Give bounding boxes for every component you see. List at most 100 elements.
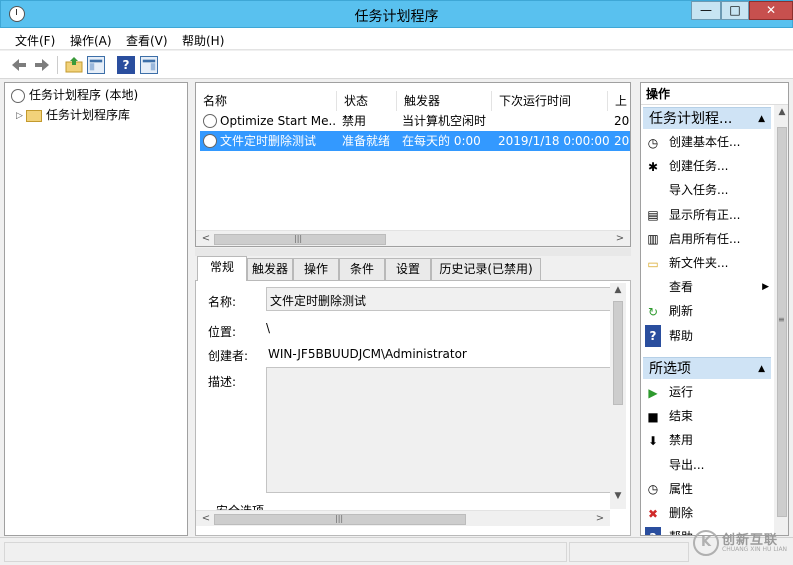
- section-header-selected[interactable]: 所选项 ▲: [643, 357, 771, 379]
- folder-icon: [26, 109, 42, 122]
- create-task-icon: ✱: [647, 159, 659, 174]
- action-item[interactable]: ⬇ 禁用: [645, 429, 771, 451]
- tab-history[interactable]: 历史记录(已禁用): [431, 258, 541, 280]
- run-icon: ▶: [648, 385, 658, 400]
- detail-horizontal-scrollbar[interactable]: < ||| >: [196, 510, 610, 526]
- cell-trigger: 在每天的 0:00: [402, 134, 481, 148]
- clock-icon: [11, 88, 25, 103]
- action-item-label: 创建任务...: [669, 159, 729, 174]
- show-hide-tree-icon[interactable]: [87, 56, 105, 74]
- menu-view[interactable]: 查看(V): [126, 32, 168, 49]
- action-item[interactable]: ? 帮助: [645, 325, 771, 348]
- cell-last-run: 20: [614, 114, 630, 128]
- column-header-name[interactable]: 名称: [196, 91, 337, 111]
- menu-file[interactable]: 文件(F): [15, 32, 55, 49]
- actions-vertical-scrollbar[interactable]: ▲ ≡: [774, 105, 788, 535]
- collapse-arrow-icon[interactable]: ▲: [758, 108, 765, 130]
- action-item-label: 导入任务...: [669, 183, 729, 198]
- column-header-trigger[interactable]: 触发器: [397, 91, 492, 111]
- enable-history-icon: ▥: [647, 232, 659, 247]
- scroll-up-arrow-icon[interactable]: ▲: [610, 285, 626, 295]
- location-value: \: [266, 321, 271, 335]
- action-item-label: 属性: [669, 481, 694, 496]
- menu-action[interactable]: 操作(A): [70, 32, 112, 49]
- task-clock-icon: [203, 134, 217, 148]
- column-header-last-run[interactable]: 上: [608, 91, 630, 111]
- show-hide-actions-icon[interactable]: [140, 56, 158, 74]
- action-item[interactable]: ✖ 删除: [645, 502, 771, 524]
- action-item[interactable]: 导入任务...: [645, 179, 771, 201]
- help-icon[interactable]: ?: [117, 56, 135, 74]
- collapse-arrow-icon[interactable]: ▲: [758, 358, 765, 380]
- actions-header: 操作: [641, 83, 788, 105]
- refresh-icon: ↻: [647, 304, 659, 319]
- tree-item-library[interactable]: ▷ 任务计划程序库: [16, 106, 130, 124]
- section-header-library[interactable]: 任务计划程... ▲: [643, 107, 771, 129]
- menu-help[interactable]: 帮助(H): [182, 32, 224, 49]
- action-item[interactable]: ▤ 显示所有正...: [645, 204, 771, 226]
- action-item-label: 查看: [669, 280, 694, 295]
- action-item[interactable]: ▥ 启用所有任...: [645, 228, 771, 250]
- column-header-status[interactable]: 状态: [337, 91, 397, 111]
- tree-pane: 任务计划程序 (本地) ▷ 任务计划程序库: [4, 82, 188, 536]
- forward-arrow-icon[interactable]: [33, 56, 51, 74]
- action-item-label: 结束: [669, 409, 694, 424]
- detail-vertical-scrollbar[interactable]: ▲ ▼: [610, 283, 626, 509]
- folder-up-icon[interactable]: [65, 56, 83, 74]
- column-header-next-run[interactable]: 下次运行时间: [492, 91, 608, 111]
- tab-conditions[interactable]: 条件: [339, 258, 385, 280]
- back-arrow-icon[interactable]: [10, 56, 28, 74]
- pane-splitter[interactable]: [195, 248, 631, 256]
- action-item[interactable]: ▶ 运行: [645, 381, 771, 403]
- scroll-up-arrow-icon[interactable]: ▲: [774, 107, 788, 117]
- description-label: 描述:: [208, 375, 237, 389]
- table-row-selected[interactable]: 文件定时删除测试 准备就绪 在每天的 0:00 2019/1/18 0:00:0…: [200, 131, 630, 151]
- maximize-button[interactable]: □: [721, 1, 749, 20]
- minimize-button[interactable]: —: [691, 1, 721, 20]
- properties-icon: ◷: [647, 482, 659, 497]
- close-button[interactable]: ✕: [749, 1, 793, 20]
- cell-name: Optimize Start Me...: [220, 114, 337, 128]
- scroll-right-arrow-icon[interactable]: >: [612, 231, 628, 246]
- cell-name: 文件定时删除测试: [220, 134, 317, 148]
- cell-trigger: 当计算机空闲时: [402, 114, 487, 128]
- scroll-down-arrow-icon[interactable]: ▼: [610, 491, 626, 501]
- action-item[interactable]: ■ 结束: [645, 405, 771, 427]
- title-bar: 任务计划程序 — □ ✕: [0, 0, 793, 28]
- help-icon: ?: [645, 325, 661, 348]
- create-basic-task-icon: ◷: [647, 135, 659, 150]
- cell-status: 禁用: [342, 114, 367, 128]
- scroll-left-arrow-icon[interactable]: <: [198, 231, 214, 246]
- scroll-right-arrow-icon[interactable]: >: [592, 511, 608, 527]
- action-item-label: 禁用: [669, 433, 694, 448]
- tab-triggers[interactable]: 触发器: [247, 258, 293, 280]
- window-title: 任务计划程序: [354, 9, 439, 25]
- action-item-label: 删除: [669, 506, 694, 520]
- section-header-selected-label: 所选项: [649, 361, 691, 377]
- action-item[interactable]: ▭ 新文件夹...: [645, 252, 771, 274]
- cell-last-run: 20: [614, 134, 630, 148]
- menu-bar: 文件(F) 操作(A) 查看(V) 帮助(H): [0, 28, 793, 50]
- tab-general[interactable]: 常规: [197, 256, 247, 281]
- tab-settings[interactable]: 设置: [385, 258, 431, 280]
- action-item[interactable]: ↻ 刷新: [645, 300, 771, 322]
- action-item[interactable]: 导出...: [645, 454, 771, 476]
- name-field[interactable]: 文件定时删除测试: [266, 287, 612, 311]
- action-item-label: 显示所有正...: [669, 207, 741, 222]
- action-item[interactable]: ◷ 属性: [645, 478, 771, 500]
- action-item[interactable]: ✱ 创建任务...: [645, 155, 771, 177]
- table-row[interactable]: Optimize Start Me... 禁用 当计算机空闲时 20: [200, 111, 630, 131]
- scroll-left-arrow-icon[interactable]: <: [198, 511, 214, 527]
- action-item[interactable]: ◷ 创建基本任...: [645, 131, 771, 153]
- tree-item-root[interactable]: 任务计划程序 (本地): [11, 86, 138, 104]
- task-list-horizontal-scrollbar[interactable]: < ||| >: [196, 230, 630, 246]
- watermark-subtitle: CHUANG XIN HU LIAN: [722, 546, 788, 553]
- scrollbar-thumb[interactable]: [613, 301, 623, 405]
- author-value: WIN-JF5BBUUDJCM\Administrator: [268, 347, 467, 361]
- detail-panel: 名称: 文件定时删除测试 位置: \ 创建者: WIN-JF5BBUUDJCM\…: [195, 280, 631, 536]
- tab-actions[interactable]: 操作: [293, 258, 339, 280]
- description-field[interactable]: [266, 367, 612, 493]
- tree-item-root-label: 任务计划程序 (本地): [29, 88, 139, 102]
- action-item[interactable]: 查看 ▶: [645, 276, 771, 298]
- expand-arrow-icon[interactable]: ▷: [16, 111, 26, 121]
